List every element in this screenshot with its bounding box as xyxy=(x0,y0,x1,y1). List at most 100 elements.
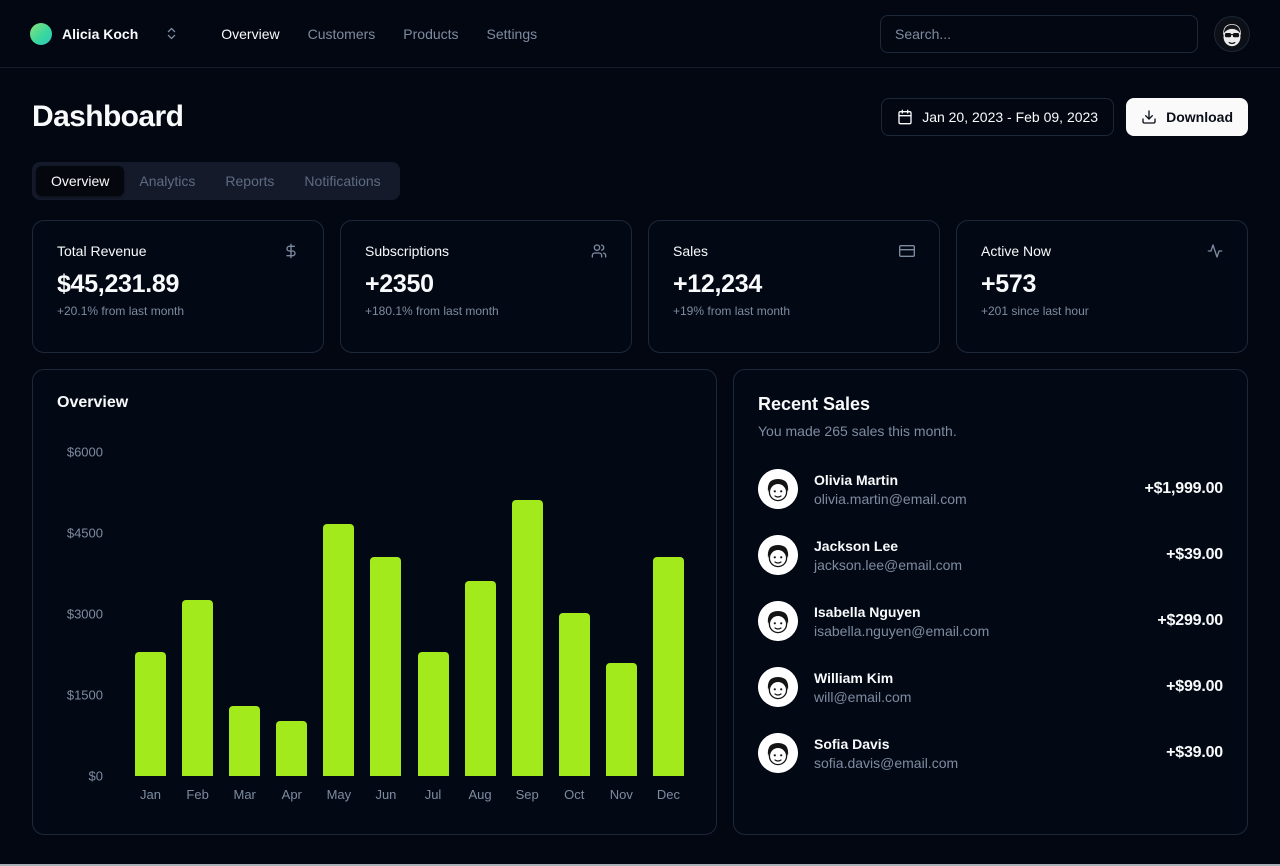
download-label: Download xyxy=(1166,109,1233,125)
top-nav: Alicia Koch Overview Customers Products … xyxy=(0,0,1280,68)
team-switcher[interactable]: Alicia Koch xyxy=(30,23,138,45)
customer-email: isabella.nguyen@email.com xyxy=(814,623,989,639)
customer-avatar xyxy=(758,601,798,641)
chart-bar-mar xyxy=(229,706,260,776)
x-tick-label: Oct xyxy=(551,787,598,802)
user-face-icon xyxy=(1215,16,1249,52)
sale-amount: +$299.00 xyxy=(1157,612,1223,630)
customer-name: Isabella Nguyen xyxy=(814,604,989,620)
sale-amount: +$39.00 xyxy=(1166,744,1223,762)
chart-plot-area xyxy=(127,452,692,776)
bar-slot xyxy=(409,652,456,776)
date-range-label: Jan 20, 2023 - Feb 09, 2023 xyxy=(922,109,1098,125)
bar-chart: $0$1500$3000$4500$6000 JanFebMarAprMayJu… xyxy=(57,452,692,802)
nav-link-products[interactable]: Products xyxy=(403,26,458,42)
customer-email: sofia.davis@email.com xyxy=(814,755,958,771)
date-range-picker[interactable]: Jan 20, 2023 - Feb 09, 2023 xyxy=(881,98,1114,136)
y-tick-label: $0 xyxy=(89,769,103,784)
y-tick-label: $1500 xyxy=(67,688,103,703)
sale-row: Jackson Lee jackson.lee@email.com +$39.0… xyxy=(758,535,1223,575)
tab-notifications[interactable]: Notifications xyxy=(289,166,395,196)
dashboard-page: Dashboard Jan 20, 2023 - Feb 09, 2023 Do… xyxy=(0,98,1280,835)
stat-card: Subscriptions +2350 +180.1% from last mo… xyxy=(340,220,632,353)
stat-value: $45,231.89 xyxy=(57,270,299,299)
customer-avatar xyxy=(758,535,798,575)
nav-link-customers[interactable]: Customers xyxy=(308,26,376,42)
x-tick-label: Feb xyxy=(174,787,221,802)
search-input[interactable] xyxy=(880,15,1198,53)
bar-slot xyxy=(268,721,315,776)
x-tick-label: Dec xyxy=(645,787,692,802)
stat-cards: Total Revenue $45,231.89 +20.1% from las… xyxy=(32,220,1248,353)
x-tick-label: Sep xyxy=(504,787,551,802)
bar-slot xyxy=(504,500,551,776)
chart-bar-feb xyxy=(182,600,213,776)
customer-face-icon xyxy=(758,535,798,575)
tab-overview[interactable]: Overview xyxy=(36,166,124,196)
sale-row: Sofia Davis sofia.davis@email.com +$39.0… xyxy=(758,733,1223,773)
credit-card-icon xyxy=(899,243,915,259)
chart-bar-aug xyxy=(465,581,496,776)
sale-amount: +$1,999.00 xyxy=(1144,480,1223,498)
nav-link-settings[interactable]: Settings xyxy=(487,26,538,42)
x-tick-label: Nov xyxy=(598,787,645,802)
recent-sales-card: Recent Sales You made 265 sales this mon… xyxy=(733,369,1248,835)
team-avatar xyxy=(30,23,52,45)
customer-face-icon xyxy=(758,667,798,707)
chart-title: Overview xyxy=(57,394,692,412)
y-tick-label: $3000 xyxy=(67,607,103,622)
bar-slot xyxy=(457,581,504,776)
sale-row: Olivia Martin olivia.martin@email.com +$… xyxy=(758,469,1223,509)
sale-row: Isabella Nguyen isabella.nguyen@email.co… xyxy=(758,601,1223,641)
team-name: Alicia Koch xyxy=(62,26,138,42)
overview-chart-card: Overview $0$1500$3000$4500$6000 JanFebMa… xyxy=(32,369,717,835)
page-title: Dashboard xyxy=(32,100,183,134)
stat-card: Sales +12,234 +19% from last month xyxy=(648,220,940,353)
download-button[interactable]: Download xyxy=(1126,98,1248,136)
customer-avatar xyxy=(758,733,798,773)
stat-title: Total Revenue xyxy=(57,243,147,259)
recent-sales-title: Recent Sales xyxy=(758,394,1223,415)
customer-name: Sofia Davis xyxy=(814,736,958,752)
stat-title: Subscriptions xyxy=(365,243,449,259)
chart-bar-dec xyxy=(653,557,684,776)
customer-avatar xyxy=(758,469,798,509)
stat-card: Active Now +573 +201 since last hour xyxy=(956,220,1248,353)
chevrons-up-down-icon[interactable] xyxy=(164,26,179,41)
customer-face-icon xyxy=(758,601,798,641)
stat-change: +180.1% from last month xyxy=(365,304,607,318)
bar-slot xyxy=(645,557,692,776)
recent-sales-subtitle: You made 265 sales this month. xyxy=(758,423,1223,439)
download-icon xyxy=(1141,109,1157,125)
customer-name: Jackson Lee xyxy=(814,538,962,554)
chart-bar-jan xyxy=(135,652,166,776)
tab-reports[interactable]: Reports xyxy=(210,166,289,196)
x-tick-label: Apr xyxy=(268,787,315,802)
bar-slot xyxy=(551,613,598,776)
chart-bar-oct xyxy=(559,613,590,776)
user-menu-avatar[interactable] xyxy=(1214,16,1250,52)
chart-bar-jun xyxy=(370,557,401,776)
sale-row: William Kim will@email.com +$99.00 xyxy=(758,667,1223,707)
chart-bar-may xyxy=(323,524,354,776)
bar-slot xyxy=(362,557,409,776)
chart-bar-nov xyxy=(606,663,637,776)
tab-analytics[interactable]: Analytics xyxy=(124,166,210,196)
customer-face-icon xyxy=(758,733,798,773)
users-icon xyxy=(591,243,607,259)
y-tick-label: $6000 xyxy=(67,445,103,460)
nav-link-overview[interactable]: Overview xyxy=(221,26,279,42)
x-tick-label: May xyxy=(315,787,362,802)
customer-email: will@email.com xyxy=(814,689,911,705)
chart-bar-sep xyxy=(512,500,543,776)
chart-bar-apr xyxy=(276,721,307,776)
main-nav: Overview Customers Products Settings xyxy=(221,26,537,42)
x-tick-label: Jan xyxy=(127,787,174,802)
bar-slot xyxy=(598,663,645,776)
main-grid: Overview $0$1500$3000$4500$6000 JanFebMa… xyxy=(32,369,1248,835)
bar-slot xyxy=(174,600,221,776)
stat-change: +20.1% from last month xyxy=(57,304,299,318)
customer-email: olivia.martin@email.com xyxy=(814,491,967,507)
x-tick-label: Mar xyxy=(221,787,268,802)
customer-name: Olivia Martin xyxy=(814,472,967,488)
